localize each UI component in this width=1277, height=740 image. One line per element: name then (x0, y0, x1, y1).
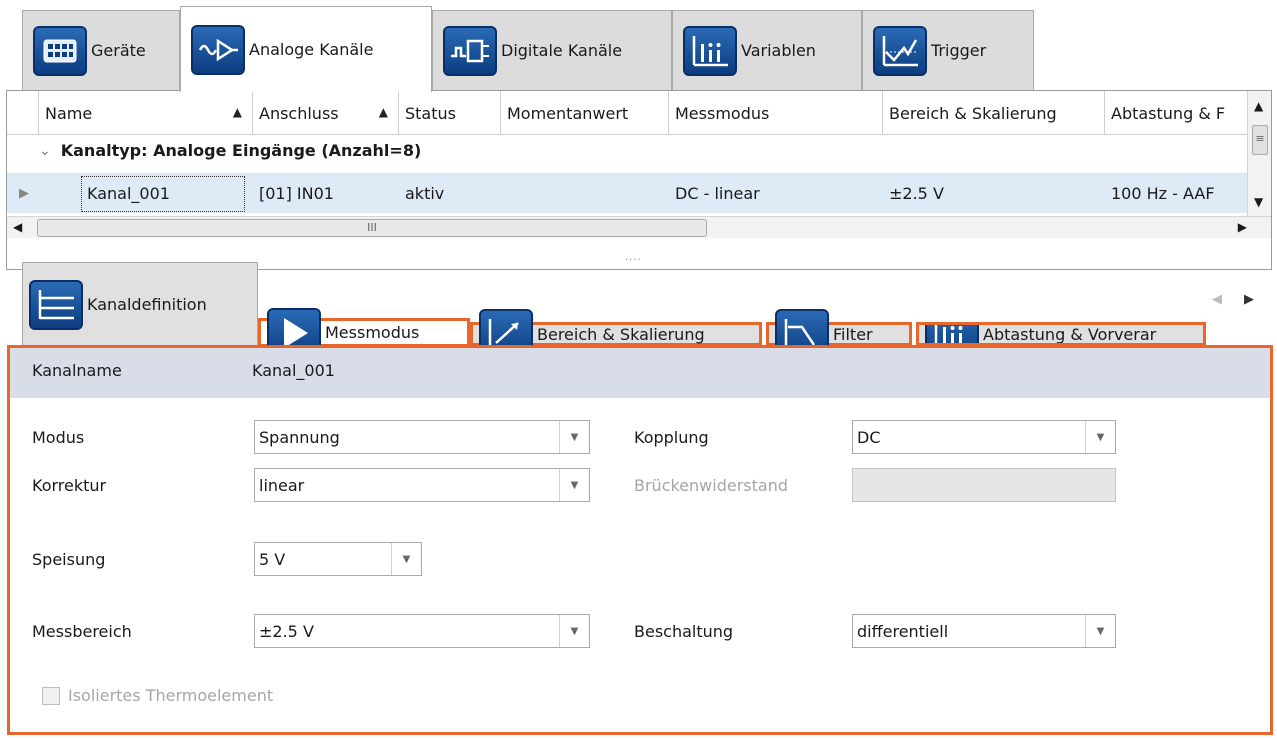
sampling-icon (925, 325, 979, 343)
messbereich-dropdown[interactable]: ±2.5 V ▼ (254, 614, 590, 648)
kopplung-dropdown[interactable]: DC ▼ (852, 420, 1116, 454)
scroll-left-icon[interactable]: ◀ (13, 220, 22, 234)
column-header-abtastung[interactable]: Abtastung & F (1105, 91, 1247, 135)
tab-scroll-left-icon[interactable]: ◀ (1212, 292, 1222, 307)
tab-messmodus[interactable]: Messmodus (258, 307, 470, 358)
kanalname-label: Kanalname (32, 361, 122, 380)
tab-variablen[interactable]: Variablen (672, 10, 862, 90)
table-row[interactable]: ▶ Kanal_001 [01] IN01 aktiv DC - linear … (7, 173, 1247, 213)
tab-digitale-kanaele-label: Digitale Kanäle (501, 41, 623, 60)
column-header-status[interactable]: Status (399, 91, 501, 135)
tab-digitale-kanaele[interactable]: Digitale Kanäle (432, 10, 672, 90)
cell-anschluss[interactable]: [01] IN01 (259, 184, 334, 203)
speisung-label: Speisung (32, 550, 106, 569)
tab-bereich-skalierung[interactable]: Bereich & Skalierung (470, 309, 762, 359)
scroll-right-icon[interactable]: ▶ (1238, 220, 1247, 234)
tab-geraete-label: Geräte (91, 41, 146, 60)
chevron-down-icon[interactable]: ▼ (559, 615, 589, 647)
vertical-scroll-thumb[interactable]: ≡ (1252, 125, 1268, 155)
group-row[interactable]: ⌄ Kanaltyp: Analoge Eingänge (Anzahl=8) (39, 141, 421, 160)
chevron-down-icon[interactable]: ▼ (1085, 615, 1115, 647)
column-header-anschluss[interactable]: Anschluss ▲ (253, 91, 399, 135)
scroll-down-icon[interactable]: ▼ (1254, 195, 1263, 209)
scroll-up-icon[interactable]: ▲ (1254, 99, 1263, 113)
row-marker-icon: ▶ (19, 186, 29, 201)
column-header-messmodus[interactable]: Messmodus (669, 91, 883, 135)
chevron-down-icon[interactable]: ▼ (1085, 421, 1115, 453)
sort-ascending-icon: ▲ (232, 105, 242, 119)
tab-kanaldefinition[interactable]: Kanaldefinition (22, 262, 258, 346)
channel-name-bar: Kanalname Kanal_001 (10, 348, 1270, 398)
tab-bereich-skalierung-label: Bereich & Skalierung (537, 324, 705, 344)
tab-scroll-right-icon[interactable]: ▶ (1244, 292, 1254, 307)
modus-label: Modus (32, 428, 85, 447)
tab-geraete[interactable]: Geräte (22, 10, 180, 90)
messbereich-label: Messbereich (32, 622, 132, 641)
tab-analoge-kanaele-label: Analoge Kanäle (249, 40, 374, 59)
variables-icon (683, 25, 737, 76)
isoliertes-thermoelement-label: Isoliertes Thermoelement (68, 686, 274, 705)
tab-abtastung-label: Abtastung & Vorverar (983, 324, 1157, 344)
chevron-down-icon[interactable]: ▼ (559, 421, 589, 453)
horizontal-scroll-thumb[interactable]: III (37, 219, 707, 237)
beschaltung-label: Beschaltung (634, 622, 734, 641)
column-header-name[interactable]: Name ▲ (39, 91, 253, 135)
tab-filter-label: Filter (833, 324, 873, 344)
cell-messmodus[interactable]: DC - linear (675, 184, 760, 203)
column-header-momentanwert[interactable]: Momentanwert (501, 91, 669, 135)
tab-messmodus-label: Messmodus (325, 323, 420, 342)
speisung-dropdown[interactable]: 5 V ▼ (254, 542, 422, 576)
cell-abtastung[interactable]: 100 Hz - AAF (1111, 184, 1215, 203)
sort-ascending-icon: ▲ (378, 105, 388, 119)
grip-icon: ≡ (1255, 132, 1265, 145)
tab-abtastung[interactable]: Abtastung & Vorverar (916, 322, 1206, 346)
devices-icon (33, 25, 87, 76)
brueckenwiderstand-field (852, 468, 1116, 502)
channel-table: Name ▲ Anschluss ▲ Status Momentanwert Mes… (6, 90, 1272, 270)
kopplung-label: Kopplung (634, 428, 709, 447)
brueckenwiderstand-label: Brückenwiderstand (634, 476, 788, 495)
tab-analoge-kanaele[interactable]: Analoge Kanäle (180, 6, 432, 92)
kanalname-value: Kanal_001 (252, 361, 335, 380)
row-header-corner (7, 91, 39, 135)
beschaltung-dropdown[interactable]: differentiell ▼ (852, 614, 1116, 648)
cell-status[interactable]: aktiv (405, 184, 444, 203)
isoliertes-thermoelement-option: Isoliertes Thermoelement (42, 686, 273, 705)
group-label: Kanaltyp: Analoge Eingänge (Anzahl=8) (60, 141, 422, 160)
tab-kanaldefinition-label: Kanaldefinition (87, 295, 207, 314)
main-tab-bar: Geräte Analoge Kanäle Digitale Kanäle Va… (0, 0, 1277, 92)
cell-bereich[interactable]: ±2.5 V (889, 184, 944, 203)
table-header: Name ▲ Anschluss ▲ Status Momentanwert Mes… (7, 91, 1247, 135)
tab-trigger-label: Trigger (931, 41, 987, 60)
channel-definition-icon (29, 279, 83, 330)
properties-panel: Kanalname Kanal_001 Modus Spannung ▼ Kor… (7, 345, 1273, 735)
chevron-down-icon[interactable]: ▼ (559, 469, 589, 501)
tab-filter[interactable]: Filter (766, 309, 912, 359)
tab-trigger[interactable]: Trigger (862, 10, 1034, 90)
chevron-down-icon[interactable]: ▼ (391, 543, 421, 575)
chevron-down-icon[interactable]: ⌄ (39, 143, 51, 159)
horizontal-scrollbar[interactable]: ◀ III ▶ (7, 216, 1271, 238)
tab-variablen-label: Variablen (741, 41, 816, 60)
modus-dropdown[interactable]: Spannung ▼ (254, 420, 590, 454)
cell-name[interactable]: Kanal_001 (87, 184, 170, 203)
vertical-scrollbar[interactable]: ▲ ≡ ▼ (1247, 91, 1271, 236)
isoliertes-thermoelement-checkbox (42, 686, 60, 705)
column-header-bereich[interactable]: Bereich & Skalierung (883, 91, 1105, 135)
splitter-handle[interactable]: .... (625, 252, 642, 263)
digital-channels-icon (443, 25, 497, 76)
analog-channels-icon (191, 24, 245, 75)
korrektur-dropdown[interactable]: linear ▼ (254, 468, 590, 502)
trigger-icon (873, 25, 927, 76)
korrektur-label: Korrektur (32, 476, 107, 495)
